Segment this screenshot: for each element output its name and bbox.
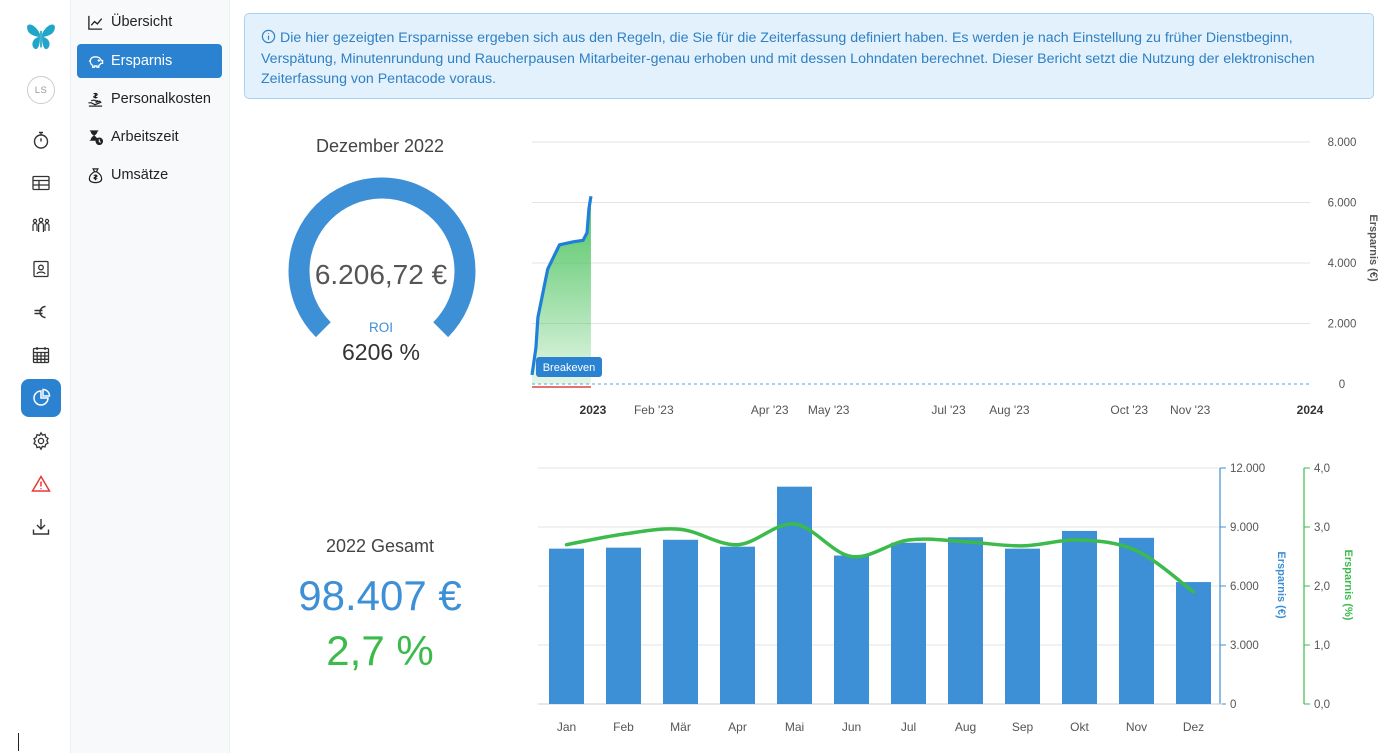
y-tick-label: 4.000 — [1328, 258, 1357, 270]
text-cursor — [18, 733, 19, 751]
y-axis-label-right: Ersparnis (%) — [1342, 550, 1354, 621]
info-text: Die hier gezeigten Ersparnisse ergeben s… — [261, 30, 1315, 87]
info-alert: Die hier gezeigten Ersparnisse ergeben s… — [244, 13, 1374, 99]
nav-item-umsaetze[interactable]: Umsätze — [77, 158, 222, 192]
x-tick-label: May '23 — [808, 403, 850, 417]
x-tick-label: Mär — [670, 720, 691, 734]
savings-area-chart: 8.000 6.000 4.000 2.000 0 Ersparnis (€) Breake… — [530, 137, 1379, 417]
bar — [549, 548, 584, 704]
bar — [720, 546, 755, 704]
nav-label: Übersicht — [111, 14, 173, 30]
piggy-bank-icon — [88, 55, 104, 68]
x-tick-label: Nov — [1126, 720, 1147, 734]
x-tick-label: Sep — [1012, 720, 1034, 734]
id-card-icon[interactable] — [21, 250, 61, 288]
nav-label: Ersparnis — [111, 53, 173, 69]
y-tick-label: 0 — [1339, 379, 1345, 391]
hourglass-icon — [89, 129, 104, 145]
year-amount: 98.407 € — [298, 572, 462, 619]
x-tick-label: 2024 — [1297, 403, 1324, 417]
y-tick-label-right: 3,0 — [1314, 522, 1330, 534]
nav-label: Umsätze — [111, 167, 169, 183]
month-amount: 6.206,72 € — [314, 259, 448, 290]
x-tick-label: Dez — [1183, 720, 1204, 734]
nav-label: Arbeitszeit — [111, 129, 179, 145]
butterfly-logo-icon[interactable] — [21, 18, 61, 56]
euro-icon[interactable] — [21, 293, 61, 331]
nav-item-personalkosten[interactable]: Personalkosten — [77, 82, 222, 116]
bar — [663, 539, 698, 704]
y-tick-label-right: 1,0 — [1314, 640, 1330, 652]
x-tick-label: Apr — [728, 720, 747, 734]
bar — [891, 542, 926, 704]
bar — [834, 555, 869, 704]
table-icon[interactable] — [21, 164, 61, 202]
secondary-nav: Übersicht Ersparnis Personalkosten Arbei… — [71, 0, 230, 753]
money-bag-icon — [88, 167, 103, 183]
x-tick-label: Jul — [901, 720, 916, 734]
nav-item-ersparnis[interactable]: Ersparnis — [77, 44, 222, 78]
x-tick-label: Aug '23 — [989, 403, 1030, 417]
nav-item-arbeitszeit[interactable]: Arbeitszeit — [77, 120, 222, 154]
x-tick-label: Feb — [613, 720, 634, 734]
bar — [1005, 548, 1040, 704]
y-tick-label-right: 2,0 — [1314, 581, 1330, 593]
y-axis-label-left: Ersparnis (€) — [1275, 551, 1287, 619]
bar — [1176, 582, 1211, 704]
y-tick-label-right: 0,0 — [1314, 699, 1330, 711]
icon-sidebar: LS — [0, 0, 71, 753]
nav-label: Personalkosten — [111, 91, 211, 107]
y-tick-label-right: 4,0 — [1314, 463, 1330, 475]
y-tick-label-left: 9.000 — [1230, 522, 1259, 534]
x-tick-label: Mai — [785, 720, 804, 734]
year-title: 2022 Gesamt — [325, 536, 435, 556]
bar — [777, 486, 812, 704]
breakeven-label: Breakeven — [543, 362, 596, 374]
calendar-icon[interactable] — [21, 336, 61, 374]
month-title: Dezember 2022 — [315, 136, 445, 156]
nav-item-uebersicht[interactable]: Übersicht — [77, 5, 222, 39]
bar — [606, 547, 641, 704]
download-icon[interactable] — [21, 508, 61, 546]
bar — [1062, 530, 1097, 704]
hand-money-icon — [88, 92, 103, 107]
user-avatar[interactable]: LS — [21, 71, 61, 109]
gear-icon[interactable] — [21, 422, 61, 460]
stopwatch-icon[interactable] — [21, 121, 61, 159]
x-tick-label: 2023 — [580, 403, 607, 417]
team-icon[interactable] — [21, 207, 61, 245]
bar — [948, 537, 983, 704]
y-tick-label-left: 0 — [1230, 699, 1236, 711]
line-chart-icon — [88, 15, 103, 30]
x-tick-label: Jun — [842, 720, 861, 734]
year-percent: 2,7 % — [326, 627, 434, 674]
x-tick-label: Oct '23 — [1110, 403, 1148, 417]
y-tick-label-left: 12.000 — [1230, 463, 1265, 475]
roi-value: 6206 % — [341, 339, 420, 365]
pie-chart-icon[interactable] — [21, 379, 61, 417]
x-tick-label: Jul '23 — [931, 403, 966, 417]
x-tick-label: Okt — [1070, 720, 1089, 734]
y-tick-label-left: 6.000 — [1230, 581, 1259, 593]
bar — [1119, 537, 1154, 704]
x-tick-label: Apr '23 — [751, 403, 789, 417]
x-tick-label: Nov '23 — [1170, 403, 1211, 417]
x-tick-label: Aug — [955, 720, 976, 734]
y-tick-label: 6.000 — [1328, 198, 1357, 210]
y-tick-label-left: 3.000 — [1230, 640, 1259, 652]
y-axis-label: Ersparnis (€) — [1367, 214, 1379, 282]
info-icon — [261, 29, 276, 44]
percent-line — [564, 522, 1196, 594]
monthly-savings-bar-chart: 12.000 9.000 6.000 3.000 0 4,0 3,0 2,0 1,0 0,0 Ers… — [538, 463, 1354, 734]
roi-label: ROI — [368, 320, 393, 335]
savings-area — [532, 196, 591, 384]
user-initials: LS — [27, 76, 55, 104]
x-tick-label: Jan — [557, 720, 576, 734]
y-tick-label: 2.000 — [1328, 319, 1357, 331]
warning-icon[interactable] — [21, 465, 61, 503]
x-tick-label: Feb '23 — [634, 403, 674, 417]
y-tick-label: 8.000 — [1328, 137, 1357, 149]
